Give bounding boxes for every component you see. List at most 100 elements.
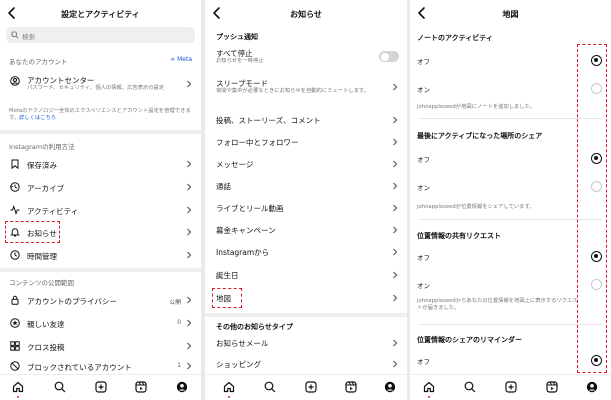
notif-item-label: 通話 bbox=[216, 182, 231, 191]
menu-item-value: 公開 bbox=[169, 300, 181, 306]
menu-item-saved[interactable]: 保存済み bbox=[0, 154, 201, 174]
menu-item-close-friends[interactable]: 親しい友達 0 bbox=[0, 313, 201, 333]
account-center-row[interactable]: アカウントセンター パスワード、セキュリティ、個人の情報、広告表示の設定 bbox=[0, 70, 201, 104]
archive-icon bbox=[10, 182, 20, 192]
search-placeholder: 検索 bbox=[22, 33, 35, 41]
bottom-nav bbox=[0, 374, 201, 400]
map-settings-panel: 地図 ノートのアクティビティ オフ オン johnappleseedが地図にノー… bbox=[410, 0, 611, 400]
visibility-section-label: コンテンツの公開範囲 bbox=[9, 279, 74, 287]
notif-item-label: お知らせメール bbox=[216, 339, 269, 348]
preview-note: johnappleseedが地図にノートを追加しました。 bbox=[417, 104, 536, 110]
home-icon[interactable] bbox=[423, 381, 435, 393]
notif-item-fundraisers[interactable]: 募金キャンペーン bbox=[205, 221, 407, 239]
notif-item-label: ライブとリール動画 bbox=[216, 204, 284, 213]
menu-item-account-privacy[interactable]: アカウントのプライバシー 公開 bbox=[0, 290, 201, 310]
reels-icon[interactable] bbox=[135, 381, 147, 393]
star-icon bbox=[10, 318, 20, 328]
home-icon[interactable] bbox=[12, 381, 24, 393]
pause-all-row[interactable]: すべて停止 お知らせを一時停止 bbox=[205, 45, 407, 69]
chevron-right-icon bbox=[393, 248, 398, 256]
menu-item-label: アーカイブ bbox=[27, 184, 65, 193]
crosspost-icon bbox=[10, 341, 20, 351]
option-label: オン bbox=[417, 184, 430, 192]
chevron-right-icon bbox=[393, 204, 398, 212]
group-heading: 位置情報のシェアのリマインダー bbox=[417, 336, 522, 344]
menu-item-time-management[interactable]: 時間管理 bbox=[0, 245, 201, 265]
menu-item-label: 保存済み bbox=[27, 161, 57, 170]
notif-item-label: ショッピング bbox=[216, 360, 261, 369]
page-title: 設定とアクティビティ bbox=[61, 10, 140, 19]
page-title: 地図 bbox=[502, 10, 519, 19]
menu-item-archive[interactable]: アーカイブ bbox=[0, 177, 201, 197]
divider bbox=[0, 130, 201, 134]
notif-item-email[interactable]: お知らせメール bbox=[205, 334, 407, 352]
page-title: お知らせ bbox=[290, 10, 322, 19]
notif-item-birthdays[interactable]: 誕生日 bbox=[205, 266, 407, 284]
notif-item-live[interactable]: ライブとリール動画 bbox=[205, 199, 407, 217]
option-label: オフ bbox=[417, 358, 430, 366]
sleep-mode-subtitle: 夜間や集中が必要なときにお知らせを自動的にミュートします。 bbox=[216, 88, 369, 94]
account-center-icon bbox=[10, 76, 20, 86]
create-icon[interactable] bbox=[505, 381, 517, 393]
search-icon[interactable] bbox=[54, 381, 66, 393]
pause-all-subtitle: お知らせを一時停止 bbox=[216, 58, 264, 64]
divider bbox=[205, 313, 407, 317]
notif-item-label: 投稿、ストーリーズ、コメント bbox=[216, 116, 321, 125]
menu-item-activity[interactable]: アクティビティ bbox=[0, 200, 201, 220]
chevron-right-icon bbox=[393, 294, 398, 302]
notif-item-label: 募金キャンペーン bbox=[216, 226, 276, 235]
chevron-right-icon bbox=[187, 319, 192, 327]
chevron-right-icon bbox=[187, 342, 192, 350]
option-label: オフ bbox=[417, 58, 430, 66]
profile-icon[interactable] bbox=[176, 381, 188, 393]
reels-icon[interactable] bbox=[345, 381, 357, 393]
bottom-nav bbox=[410, 374, 611, 400]
reels-icon[interactable] bbox=[546, 381, 558, 393]
create-icon[interactable] bbox=[305, 381, 317, 393]
bottom-nav bbox=[205, 374, 407, 400]
menu-item-blocked[interactable]: ブロックされているアカウント 1 bbox=[0, 358, 201, 374]
notif-item-messages[interactable]: メッセージ bbox=[205, 155, 407, 173]
option-label: オフ bbox=[417, 254, 430, 262]
chevron-right-icon bbox=[393, 116, 398, 124]
highlight-box bbox=[212, 288, 242, 308]
chevron-right-icon bbox=[393, 360, 398, 368]
chevron-right-icon bbox=[187, 296, 192, 304]
notif-item-posts[interactable]: 投稿、ストーリーズ、コメント bbox=[205, 111, 407, 129]
menu-item-cross-posting[interactable]: クロス投稿 bbox=[0, 336, 201, 356]
create-icon[interactable] bbox=[95, 381, 107, 393]
notif-item-label: フォロー中とフォロワー bbox=[216, 138, 299, 147]
preview-note: johnappleseedからあなたの位置情報を地図上に表示するリクエストが届き… bbox=[417, 298, 578, 311]
profile-icon[interactable] bbox=[586, 381, 598, 393]
chevron-right-icon bbox=[393, 138, 398, 146]
notif-item-calls[interactable]: 通話 bbox=[205, 177, 407, 195]
notification-dot bbox=[17, 396, 19, 398]
profile-icon[interactable] bbox=[384, 381, 396, 393]
pause-all-toggle[interactable] bbox=[379, 51, 399, 62]
notifications-panel: お知らせ プッシュ通知 すべて停止 お知らせを一時停止 スリープモード 夜間や集… bbox=[205, 0, 407, 400]
home-icon[interactable] bbox=[223, 381, 235, 393]
notif-item-from-instagram[interactable]: Instagramから bbox=[205, 243, 407, 261]
preview-note: johnappleseedが位置情報をシェアしています。 bbox=[417, 204, 535, 210]
notif-item-following[interactable]: フォロー中とフォロワー bbox=[205, 133, 407, 151]
notif-item-shopping[interactable]: ショッピング bbox=[205, 356, 407, 372]
learn-more-link[interactable]: 詳しくはこちら bbox=[19, 115, 56, 121]
search-icon[interactable] bbox=[464, 381, 476, 393]
clock-icon bbox=[10, 250, 20, 260]
chevron-right-icon bbox=[393, 226, 398, 234]
divider bbox=[419, 219, 602, 220]
menu-item-label: アカウントのプライバシー bbox=[27, 297, 117, 306]
search-input[interactable]: 検索 bbox=[6, 27, 195, 43]
sleep-mode-row[interactable]: スリープモード 夜間や集中が必要なときにお知らせを自動的にミュートします。 bbox=[205, 75, 407, 103]
header: 地図 bbox=[410, 0, 611, 28]
notification-dot bbox=[228, 396, 230, 398]
group-heading: ノートのアクティビティ bbox=[417, 34, 493, 42]
menu-item-label: 親しい友達 bbox=[27, 320, 65, 329]
menu-item-value: 0 bbox=[177, 320, 181, 326]
menu-item-value: 1 bbox=[177, 363, 181, 369]
menu-item-label: アクティビティ bbox=[27, 207, 79, 216]
chevron-right-icon bbox=[393, 271, 398, 279]
search-icon[interactable] bbox=[264, 381, 276, 393]
chevron-right-icon bbox=[187, 183, 192, 191]
option-label: オン bbox=[417, 86, 430, 94]
